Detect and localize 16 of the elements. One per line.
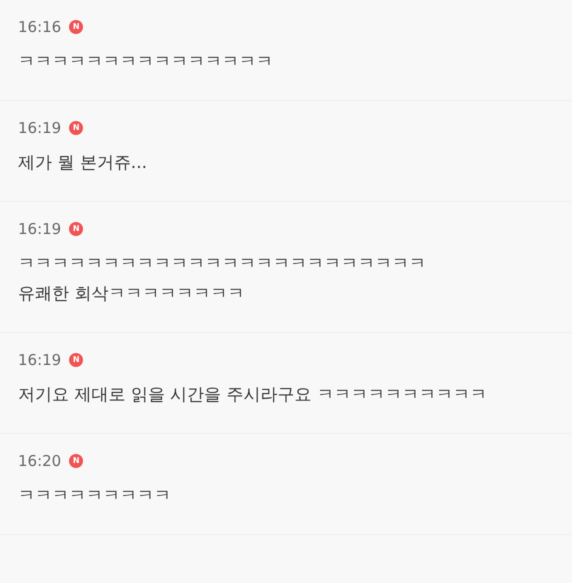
comment-time: 16:19 <box>18 350 62 370</box>
comment-time: 16:20 <box>18 451 62 471</box>
comment-time: 16:19 <box>18 118 62 138</box>
comment-text: 저기요 제대로 읽을 시간을 주시라구요 ㅋㅋㅋㅋㅋㅋㅋㅋㅋㅋ <box>18 384 488 407</box>
comment-text: ㅋㅋㅋㅋㅋㅋㅋㅋㅋㅋㅋㅋㅋㅋㅋ <box>18 51 274 74</box>
comment-time: 16:16 <box>18 17 62 37</box>
new-badge: N <box>69 121 84 135</box>
comment-text: 유쾌한 회삭ㅋㅋㅋㅋㅋㅋㅋㅋ <box>18 283 246 306</box>
comment-text: ㅋㅋㅋㅋㅋㅋㅋㅋㅋㅋㅋㅋㅋㅋㅋㅋㅋㅋㅋㅋㅋㅋㅋㅋ <box>18 253 427 276</box>
new-badge: N <box>69 20 84 34</box>
comment-text: ㅋㅋㅋㅋㅋㅋㅋㅋㅋ <box>18 485 172 508</box>
comment-time: 16:19 <box>18 219 62 239</box>
new-badge: N <box>69 353 84 367</box>
comment-text: 제가 뭘 본거쥬... <box>18 152 148 175</box>
new-badge: N <box>69 222 84 236</box>
new-badge: N <box>69 454 84 468</box>
